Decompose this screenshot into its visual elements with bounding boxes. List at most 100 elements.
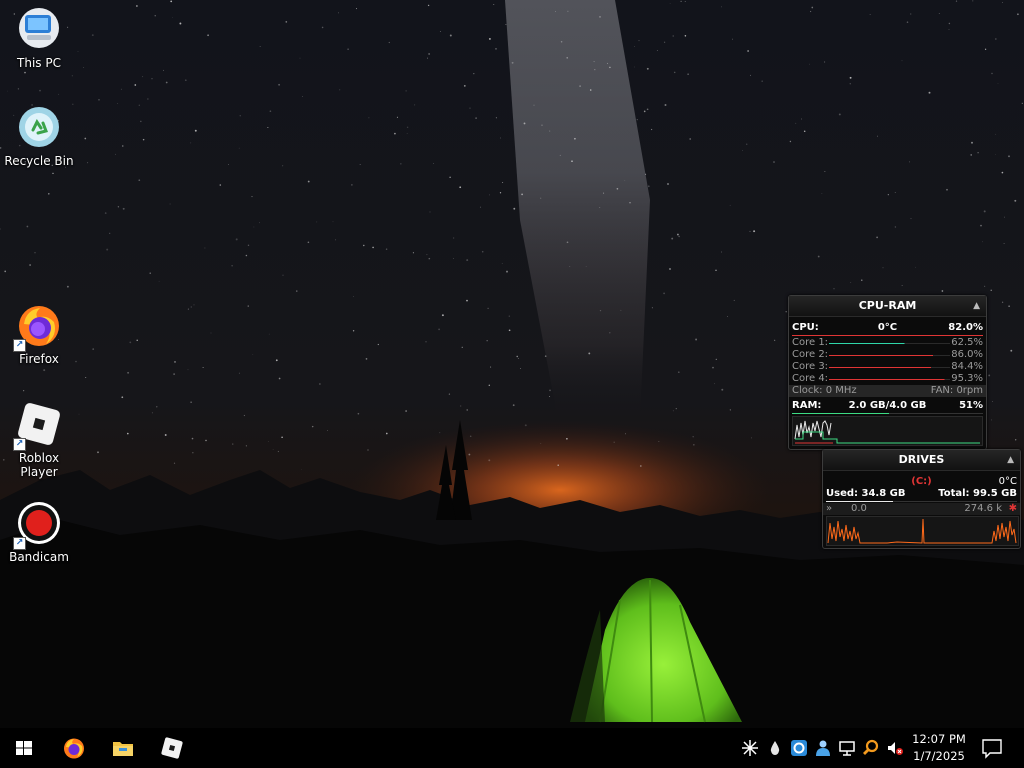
star (117, 206, 120, 208)
core-row: Core 2: 86.0% (789, 349, 986, 361)
star (441, 314, 444, 317)
star (428, 257, 431, 260)
star (48, 193, 50, 195)
star (307, 241, 310, 244)
star (516, 355, 518, 358)
star (747, 50, 749, 52)
star (463, 85, 466, 87)
sparkle-tray-icon[interactable] (741, 739, 759, 757)
star (179, 22, 182, 25)
star (275, 359, 278, 362)
notification-center-icon[interactable] (980, 736, 1004, 760)
star (204, 247, 206, 249)
star (302, 96, 304, 97)
star (332, 221, 334, 223)
star (594, 68, 596, 71)
star (134, 84, 137, 86)
drives-title-bar[interactable]: DRIVES ▲ (823, 450, 1020, 471)
star (733, 299, 735, 301)
star (170, 0, 173, 3)
star (429, 211, 431, 213)
gear-icon[interactable]: ✱ (1009, 503, 1017, 515)
star (29, 264, 31, 266)
star (566, 57, 568, 59)
star (194, 129, 197, 132)
star (1010, 349, 1013, 352)
droplet-tray-icon[interactable] (766, 739, 784, 757)
star (165, 81, 168, 84)
star (684, 0, 686, 2)
star (567, 10, 569, 12)
star (887, 194, 889, 196)
file-explorer-taskbar-button[interactable] (99, 728, 147, 768)
star (238, 372, 240, 374)
star (667, 183, 669, 185)
star (824, 170, 826, 172)
star (727, 316, 728, 318)
core-label: Core 3: (792, 361, 829, 372)
star (980, 224, 982, 227)
star (368, 117, 370, 119)
star (426, 254, 428, 256)
star (129, 341, 132, 344)
star (970, 154, 972, 156)
network-tray-icon[interactable] (838, 739, 856, 757)
star (158, 280, 160, 282)
desktop-icon-firefox[interactable]: ↗ Firefox (0, 302, 78, 366)
star (243, 414, 246, 417)
star (359, 164, 361, 165)
star (187, 369, 189, 371)
star (909, 161, 911, 163)
star (579, 85, 581, 87)
cpu-ram-gadget[interactable]: CPU-RAM ▲ CPU: 0°C 82.0% Core 1: 62.5% C… (788, 295, 987, 450)
star (190, 142, 192, 144)
star (26, 225, 29, 228)
star (406, 126, 409, 129)
drives-gadget[interactable]: DRIVES ▲ (C:) 0°C Used: 34.8 GB Total: 9… (822, 449, 1021, 549)
roblox-taskbar-button[interactable] (148, 728, 196, 768)
star (173, 462, 176, 464)
star (910, 218, 912, 220)
gadget-title: DRIVES (898, 453, 945, 466)
cpu-ram-title-bar[interactable]: CPU-RAM ▲ (789, 296, 986, 317)
star (991, 72, 993, 75)
roblox-icon (161, 737, 183, 759)
sync-tray-icon[interactable] (790, 739, 808, 757)
desktop-icon-roblox-player[interactable]: ↗ Roblox Player (0, 401, 78, 479)
collapse-arrow-icon[interactable]: ▲ (1007, 450, 1014, 470)
drive-used: Used: 34.8 GB (826, 488, 906, 499)
star (714, 383, 715, 385)
star (955, 0, 958, 2)
star (468, 453, 471, 456)
star (557, 464, 559, 467)
firefox-taskbar-button[interactable] (50, 728, 98, 768)
star (995, 154, 996, 155)
search-tray-icon[interactable] (862, 739, 880, 757)
core-label: Core 4: (792, 373, 829, 384)
desktop-icon-this-pc[interactable]: This PC (0, 6, 78, 70)
user-network-tray-icon[interactable] (814, 739, 832, 757)
star (789, 140, 792, 143)
star (541, 124, 543, 126)
star (92, 348, 95, 350)
desktop-icon-recycle-bin[interactable]: Recycle Bin (0, 104, 78, 168)
star (869, 14, 871, 15)
star (613, 441, 615, 443)
core-usage: 95.3% (951, 373, 983, 384)
star (750, 74, 751, 76)
collapse-arrow-icon[interactable]: ▲ (973, 296, 980, 316)
star (228, 164, 230, 166)
chevron-down-icon: » (826, 503, 833, 514)
star (625, 433, 626, 435)
star (127, 432, 129, 435)
star (988, 374, 991, 377)
start-button[interactable] (0, 728, 48, 768)
desktop-icon-bandicam[interactable]: ↗ Bandicam (0, 500, 78, 564)
star (356, 8, 357, 10)
taskbar-clock[interactable]: 12:07 PM 1/7/2025 (903, 731, 975, 765)
star (285, 21, 288, 23)
star (149, 272, 151, 274)
volume-muted-icon[interactable] (886, 739, 904, 757)
star (372, 246, 374, 249)
star (992, 401, 993, 403)
